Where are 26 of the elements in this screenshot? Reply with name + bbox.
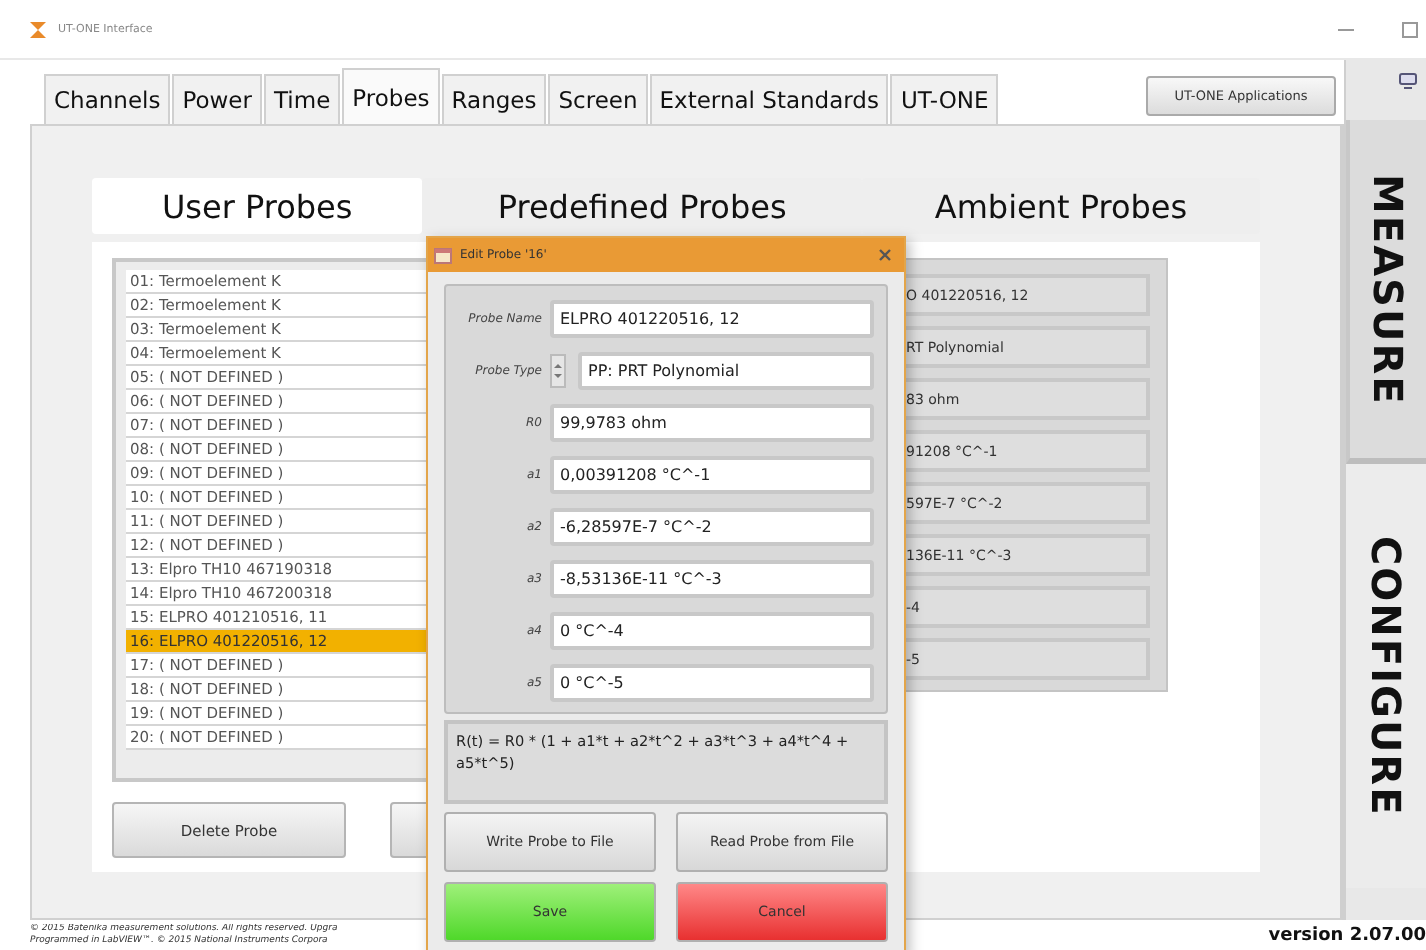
probe-tab[interactable]: User Probes: [92, 178, 423, 234]
input-field[interactable]: 99,9783 ohm: [550, 404, 874, 442]
input-field[interactable]: -6,28597E-7 °C^-2: [550, 508, 874, 546]
app-icon: [28, 19, 48, 39]
tab[interactable]: External Standards: [649, 74, 889, 124]
tab[interactable]: Ranges: [441, 74, 547, 124]
input-field[interactable]: 0 °C^-5: [550, 664, 874, 702]
spinner-arrows[interactable]: [550, 354, 566, 388]
probe-type-field[interactable]: PP: PRT Polynomial: [578, 352, 874, 390]
side-tab[interactable]: CONFIGURE: [1346, 464, 1426, 888]
side-tab[interactable]: MEASURE: [1346, 120, 1426, 464]
window-icon: [434, 247, 452, 263]
input-field[interactable]: ELPRO 401220516, 12: [550, 300, 874, 338]
input-field[interactable]: 0,00391208 °C^-1: [550, 456, 874, 494]
input-field[interactable]: -8,53136E-11 °C^-3: [550, 560, 874, 598]
tab[interactable]: Power: [172, 74, 262, 124]
input-field[interactable]: 0 °C^-4: [550, 612, 874, 650]
version-text: version 2.07.00: [1268, 925, 1426, 945]
tab[interactable]: UT-ONE: [890, 74, 999, 124]
maximize-icon[interactable]: [1402, 21, 1418, 37]
tab[interactable]: Screen: [548, 74, 648, 124]
device-icon[interactable]: [1398, 72, 1418, 92]
tab[interactable]: Probes: [342, 68, 440, 124]
close-icon[interactable]: [878, 248, 892, 262]
tab[interactable]: Time: [264, 74, 341, 124]
tab[interactable]: Channels: [44, 74, 171, 124]
